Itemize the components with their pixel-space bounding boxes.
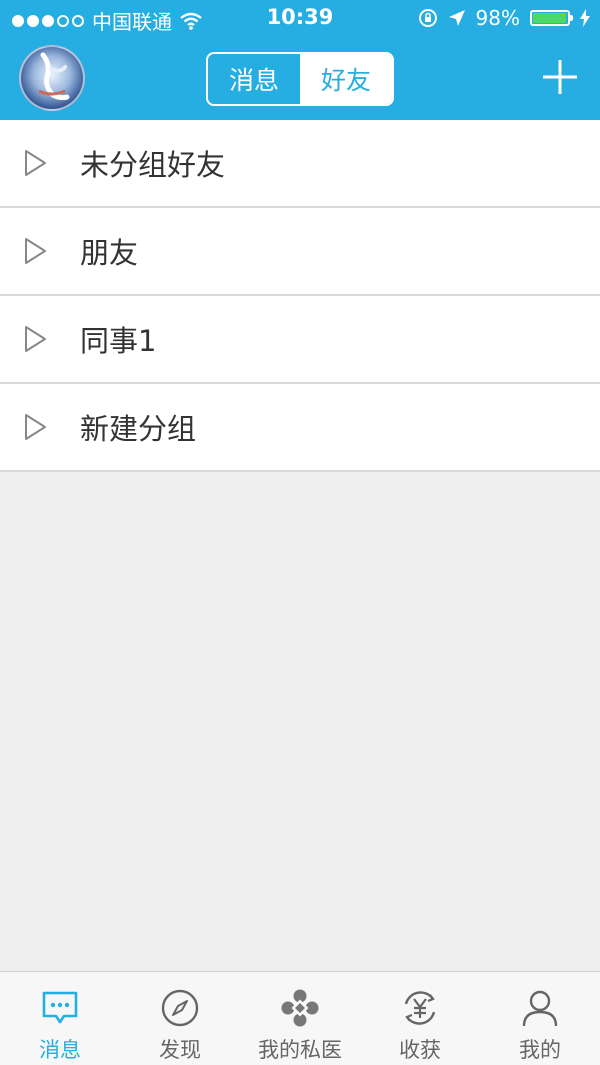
plus-icon[interactable] <box>540 57 580 97</box>
tab-label: 我的私医 <box>258 1038 342 1062</box>
group-label: 未分组好友 <box>80 148 226 182</box>
group-label: 朋友 <box>80 236 139 270</box>
group-row-colleagues[interactable]: 同事1 <box>0 296 600 384</box>
status-bar: 中国联通 10:39 98% <box>0 0 600 40</box>
medical-cross-icon <box>281 989 319 1027</box>
location-arrow-icon <box>448 10 465 26</box>
battery-percent: 98% <box>475 6 520 30</box>
triangle-right-icon <box>25 150 46 176</box>
avatar[interactable] <box>19 45 85 111</box>
rotation-lock-icon <box>418 9 437 27</box>
tab-item-profile[interactable]: 我的 <box>480 972 600 1065</box>
bottom-tab-bar: 消息 发现 我的私医 收获 我的 <box>0 971 600 1065</box>
group-label: 新建分组 <box>80 412 197 446</box>
tab-label: 我的 <box>519 1038 561 1062</box>
segmented-control: 消息 好友 <box>206 52 394 106</box>
tab-item-messages[interactable]: 消息 <box>0 972 120 1065</box>
person-icon <box>522 990 558 1027</box>
battery-fill <box>533 13 567 23</box>
tab-item-harvest[interactable]: 收获 <box>360 972 480 1065</box>
yuan-coin-icon <box>404 991 436 1025</box>
tab-label: 收获 <box>399 1038 441 1062</box>
tab-label: 消息 <box>39 1038 81 1062</box>
triangle-right-icon <box>25 238 46 264</box>
tab-item-private-doctor[interactable]: 我的私医 <box>240 972 360 1065</box>
triangle-right-icon <box>25 414 46 440</box>
group-row-new[interactable]: 新建分组 <box>0 384 600 472</box>
group-row-ungrouped[interactable]: 未分组好友 <box>0 120 600 208</box>
group-row-friends[interactable]: 朋友 <box>0 208 600 296</box>
tab-friends[interactable]: 好友 <box>300 54 392 104</box>
battery-icon <box>530 10 573 26</box>
header-bar: 中国联通 10:39 98% 消息 好友 <box>0 0 600 120</box>
charging-bolt-icon <box>580 9 590 27</box>
tab-item-discover[interactable]: 发现 <box>120 972 240 1065</box>
tab-label: 发现 <box>159 1038 201 1062</box>
group-label: 同事1 <box>80 324 157 358</box>
triangle-right-icon <box>25 326 46 352</box>
tab-messages[interactable]: 消息 <box>208 54 300 104</box>
friend-group-list: 未分组好友 朋友 同事1 新建分组 <box>0 120 600 472</box>
chat-bubble-icon <box>42 991 78 1024</box>
avatar-figure-icon <box>38 52 70 101</box>
compass-icon <box>161 989 199 1027</box>
